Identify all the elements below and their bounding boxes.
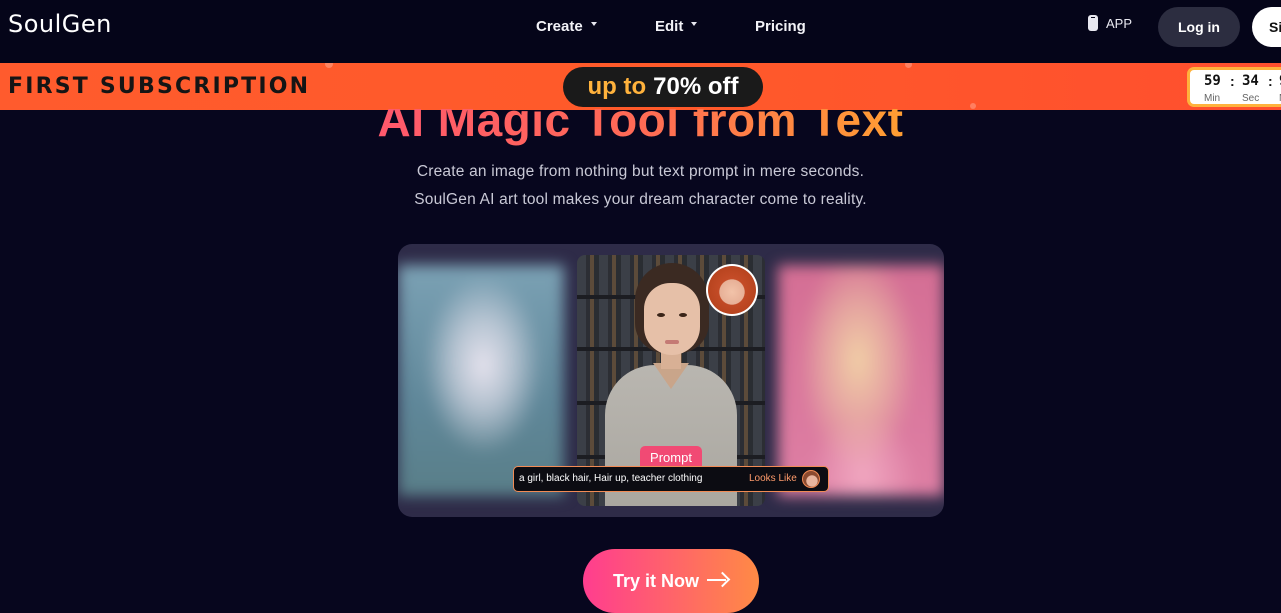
countdown-colon: : — [1230, 73, 1235, 89]
nav-edit-label: Edit — [655, 18, 684, 35]
person-face — [644, 283, 700, 355]
nav-create[interactable]: Create — [536, 18, 597, 35]
login-button[interactable]: Log in — [1158, 7, 1240, 47]
hero-subtitle-line2: SoulGen AI art tool makes your dream cha… — [414, 191, 867, 208]
looks-like-label: Looks Like — [749, 473, 797, 484]
app-label: APP — [1106, 15, 1133, 31]
decor-dot — [905, 63, 912, 68]
chevron-down-icon — [691, 21, 698, 26]
countdown-colon: : — [1268, 73, 1273, 89]
blurred-example-image-right — [778, 265, 944, 496]
logo[interactable]: SoulGen — [8, 10, 112, 38]
try-it-now-label: Try it Now — [612, 571, 699, 591]
reference-avatar-image — [708, 266, 756, 314]
countdown-minutes: 59 — [1204, 73, 1221, 89]
person-eye — [657, 313, 665, 317]
countdown-timer: 59 : 34 : 9 Min Sec M — [1187, 67, 1281, 107]
prompt-text: a girl, black hair, Hair up, teacher clo… — [519, 473, 703, 484]
decor-dot — [325, 63, 333, 68]
person-lips — [665, 340, 679, 344]
top-nav: SoulGen Create Edit Pricing APP Log in S… — [0, 0, 1281, 63]
chevron-down-icon — [590, 21, 597, 26]
hero-subtitle-line1: Create an image from nothing but text pr… — [416, 163, 865, 180]
signup-button[interactable]: Si — [1252, 7, 1281, 47]
discount-prefix: up to — [587, 73, 647, 100]
nav-pricing-label: Pricing — [755, 18, 806, 35]
person-eye — [679, 313, 687, 317]
prompt-bar: a girl, black hair, Hair up, teacher clo… — [513, 466, 829, 492]
looks-like-avatar — [802, 470, 820, 488]
prompt-tag: Prompt — [640, 446, 702, 468]
nav-pricing[interactable]: Pricing — [755, 18, 806, 35]
countdown-seconds: 34 — [1242, 73, 1259, 89]
reference-avatar — [706, 264, 758, 316]
try-it-now-button[interactable]: Try it Now — [583, 549, 759, 613]
nav-create-label: Create — [536, 18, 583, 35]
app-download-link[interactable]: APP — [1088, 15, 1132, 31]
countdown-min-label: Min — [1204, 93, 1221, 104]
blurred-example-image-left — [398, 265, 564, 496]
promo-title: FIRST SUBSCRIPTION — [8, 74, 311, 99]
arrow-right-icon — [707, 571, 729, 589]
discount-pill: up to 70% off — [563, 67, 763, 107]
decor-dot — [970, 103, 976, 109]
nav-edit[interactable]: Edit — [655, 18, 698, 35]
discount-value: 70% off — [653, 73, 739, 100]
countdown-sec-label: Sec — [1242, 93, 1260, 104]
phone-icon — [1088, 15, 1098, 31]
promo-banner[interactable]: FIRST SUBSCRIPTION up to 70% off 59 : 34… — [0, 63, 1281, 110]
